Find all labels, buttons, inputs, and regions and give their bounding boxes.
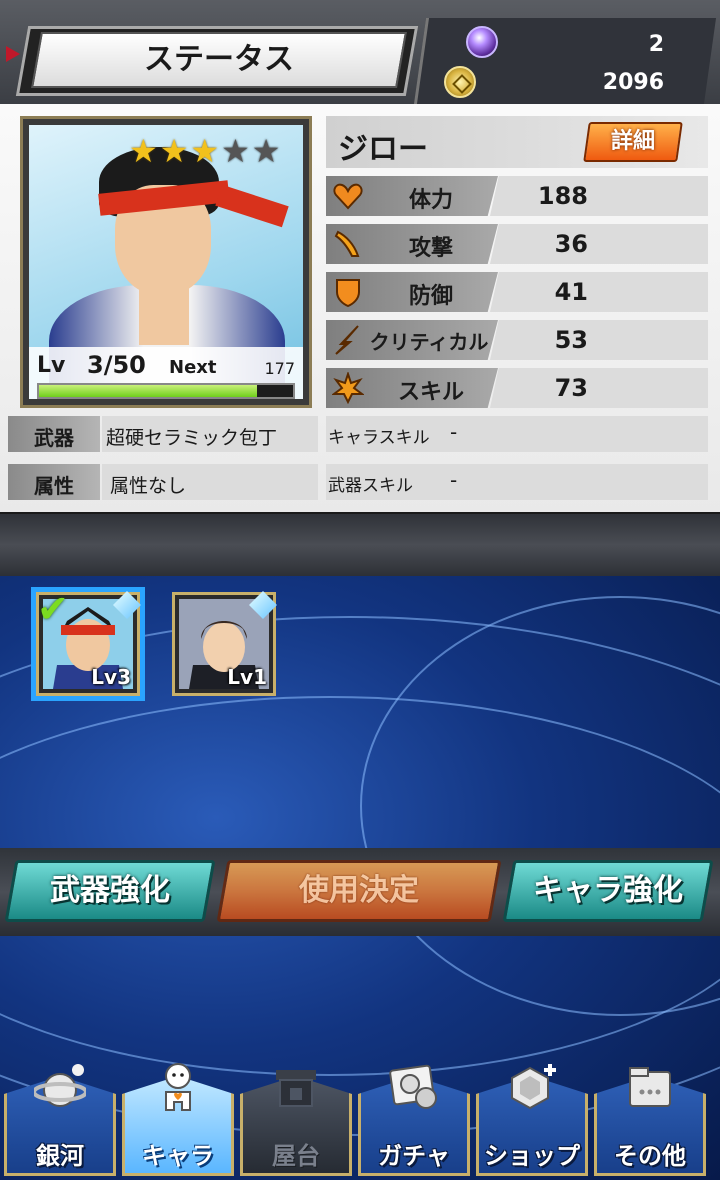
roster-card-second[interactable]: Lv1 <box>172 591 277 696</box>
nav-item-gacha[interactable]: ガチャ <box>358 1060 470 1176</box>
weapon-info-row: 武器 超硬セラミック包丁 <box>8 416 318 456</box>
shield-icon <box>336 279 360 308</box>
stat-value: 36 <box>554 230 588 258</box>
character-portrait: ★ ★ ★ ★ ★ Lv 3/50 Next 177 <box>29 125 303 399</box>
stat-row-skill: スキル 73 <box>326 368 708 412</box>
weapon-skill-row: 武器スキル - <box>326 464 708 504</box>
blade-icon <box>334 230 360 257</box>
nav-item-galaxy[interactable]: 銀河 <box>4 1060 116 1176</box>
stat-row-hp: 体力 188 <box>326 176 708 220</box>
gacha-icon <box>389 1064 437 1109</box>
nav-item-character[interactable]: キャラ <box>122 1060 234 1176</box>
planet-icon <box>34 1064 86 1107</box>
back-arrow-icon[interactable] <box>6 46 20 62</box>
next-label: Next <box>169 357 217 378</box>
detail-button-label[interactable]: 詳細 <box>586 122 680 162</box>
nav-label: キャラ <box>142 1142 214 1170</box>
critical-icon <box>335 325 359 355</box>
exp-progress-bar <box>37 383 295 399</box>
nav-label: 屋台 <box>272 1142 320 1170</box>
confirm-use-label[interactable]: 使用決定 <box>222 860 496 922</box>
coin-icon <box>444 66 476 98</box>
action-button-strip: 武器強化 使用決定 キャラ強化 <box>0 848 720 936</box>
level-value: 3/50 <box>87 351 146 379</box>
next-exp-value: 177 <box>264 359 295 378</box>
separator-strip <box>0 512 720 576</box>
weapon-value: 超硬セラミック包丁 <box>106 427 278 449</box>
chara-skill-row: キャラスキル - <box>326 416 708 456</box>
stat-value: 53 <box>554 326 588 354</box>
star-filled-icon: ★ <box>159 132 189 170</box>
burst-icon <box>332 372 364 404</box>
stat-value: 188 <box>537 182 588 210</box>
chara-skill-value: - <box>450 420 458 444</box>
coin-count: 2096 <box>602 70 664 95</box>
stat-label: 防御 <box>408 284 453 309</box>
header-bar: ステータス 2 2096 <box>0 0 720 104</box>
stat-row-critical: クリティカル 53 <box>326 320 708 364</box>
nav-item-shop[interactable]: ショップ <box>476 1060 588 1176</box>
stat-label: 攻撃 <box>408 236 453 261</box>
star-empty-icon: ★ <box>221 132 250 170</box>
folder-icon <box>629 1067 671 1107</box>
checkmark-icon: ✔ <box>37 587 69 631</box>
element-value: 属性なし <box>110 475 187 497</box>
character-portrait-frame: ★ ★ ★ ★ ★ Lv 3/50 Next 177 <box>20 116 312 408</box>
star-filled-icon: ★ <box>129 132 158 170</box>
nav-label: 銀河 <box>36 1142 84 1170</box>
roster-card-level: Lv1 <box>227 665 267 689</box>
weapon-upgrade-label[interactable]: 武器強化 <box>10 860 210 922</box>
stat-label: クリティカル <box>369 330 489 354</box>
chara-skill-label: キャラスキル <box>328 428 430 448</box>
nav-label: ガチャ <box>378 1142 450 1170</box>
character-headband-tail <box>215 184 289 228</box>
exp-progress-fill <box>39 385 258 397</box>
chara-upgrade-label[interactable]: キャラ強化 <box>508 860 708 922</box>
page-title: ステータス <box>144 42 294 77</box>
nav-label: ショップ <box>484 1142 580 1170</box>
gem-count: 2 <box>648 32 664 57</box>
character-icon <box>165 1063 191 1111</box>
roster-card-level: Lv3 <box>91 665 131 689</box>
stat-value: 41 <box>554 278 588 306</box>
nav-item-other[interactable]: その他 <box>594 1060 706 1176</box>
star-empty-icon: ★ <box>251 132 281 170</box>
weapon-key-label: 武器 <box>34 426 74 450</box>
bottom-navigation: 銀河 キャラ 屋台 ガチャ ショップ その他 <box>0 1050 720 1180</box>
level-label: Lv <box>37 353 66 378</box>
weapon-skill-label: 武器スキル <box>328 476 413 496</box>
heart-icon <box>333 183 363 210</box>
star-filled-icon: ★ <box>190 132 220 170</box>
status-panel: ★ ★ ★ ★ ★ Lv 3/50 Next 177 ジロー 詳細 体力 188… <box>0 104 720 512</box>
element-info-row: 属性 属性なし <box>8 464 318 504</box>
stat-row-defense: 防御 41 <box>326 272 708 316</box>
rarity-stars: ★ ★ ★ ★ ★ <box>129 135 280 167</box>
shop-icon <box>511 1064 556 1110</box>
stall-icon <box>276 1070 316 1107</box>
stat-value: 73 <box>554 374 588 402</box>
stat-row-attack: 攻撃 36 <box>326 224 708 268</box>
weapon-skill-value: - <box>450 468 458 492</box>
character-name: ジロー <box>338 132 428 167</box>
roster-card-jiro[interactable]: ✔ Lv3 <box>36 587 141 696</box>
stat-label: スキル <box>397 380 464 405</box>
nav-item-stall[interactable]: 屋台 <box>240 1060 352 1176</box>
nav-label: その他 <box>614 1142 686 1170</box>
gem-icon <box>466 26 498 58</box>
stat-label: 体力 <box>408 188 453 213</box>
element-key-label: 属性 <box>34 474 74 498</box>
